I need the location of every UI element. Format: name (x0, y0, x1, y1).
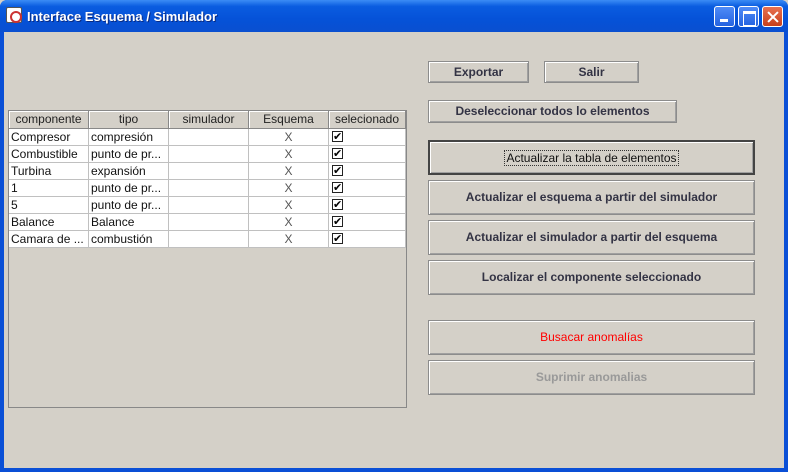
cell-componente[interactable]: Turbina (9, 163, 89, 179)
cell-selecionado (329, 180, 406, 196)
cell-simulador[interactable] (169, 180, 249, 196)
selected-checkbox[interactable] (332, 231, 343, 247)
cell-componente[interactable]: Camara de ... (9, 231, 89, 247)
table-row[interactable]: Balance Balance X (9, 214, 406, 231)
cell-selecionado (329, 163, 406, 179)
column-header-selecionado[interactable]: selecionado (329, 111, 406, 129)
cell-tipo[interactable]: compresión (89, 129, 169, 145)
window-title: Interface Esquema / Simulador (27, 9, 218, 24)
table-row[interactable]: 1 punto de pr... X (9, 180, 406, 197)
cell-simulador[interactable] (169, 146, 249, 162)
main-panel: Exportar Salir Deseleccionar todos lo el… (4, 32, 784, 468)
table-body: CompresorcompresiónXCombustiblepunto de … (9, 129, 406, 248)
update-scheme-label: Actualizar el esquema a partir del simul… (465, 190, 718, 204)
column-header-simulador[interactable]: simulador (169, 111, 249, 129)
cell-componente[interactable]: Balance (9, 214, 89, 230)
cell-tipo[interactable]: punto de pr... (89, 180, 169, 196)
cell-simulador[interactable] (169, 231, 249, 247)
elements-table[interactable]: componente tipo simulador Esquema seleci… (8, 110, 407, 408)
cell-esquema[interactable]: X (249, 197, 329, 213)
title-bar[interactable]: Interface Esquema / Simulador (0, 0, 788, 32)
cell-esquema[interactable]: X (249, 129, 329, 145)
find-anomalies-button[interactable]: Busacar anomalías (428, 320, 755, 355)
cell-selecionado (329, 146, 406, 162)
table-row[interactable]: Combustible punto de pr... X (9, 146, 406, 163)
cell-selecionado (329, 231, 406, 247)
cell-componente[interactable]: Combustible (9, 146, 89, 162)
cell-componente[interactable]: Compresor (9, 129, 89, 145)
java-app-icon (6, 7, 22, 23)
cell-simulador[interactable] (169, 129, 249, 145)
app-window: Interface Esquema / Simulador Exportar S… (0, 0, 788, 472)
cell-simulador[interactable] (169, 197, 249, 213)
table-header: componente tipo simulador Esquema seleci… (9, 111, 406, 129)
close-icon[interactable] (762, 6, 783, 27)
cell-selecionado (329, 197, 406, 213)
update-simulator-label: Actualizar el simulador a partir del esq… (465, 230, 718, 244)
maximize-icon[interactable] (738, 6, 759, 27)
selected-checkbox[interactable] (332, 197, 343, 213)
locate-component-button[interactable]: Localizar el componente seleccionado (428, 260, 755, 295)
update-scheme-button[interactable]: Actualizar el esquema a partir del simul… (428, 180, 755, 215)
selected-checkbox[interactable] (332, 129, 343, 145)
exit-button[interactable]: Salir (544, 61, 639, 83)
cell-esquema[interactable]: X (249, 180, 329, 196)
update-table-button[interactable]: Actualizar la tabla de elementos (428, 140, 755, 175)
table-row[interactable]: 5 punto de pr... X (9, 197, 406, 214)
column-header-esquema[interactable]: Esquema (249, 111, 329, 129)
cell-tipo[interactable]: Balance (89, 214, 169, 230)
deselect-all-button[interactable]: Deseleccionar todos lo elementos (428, 100, 677, 123)
cell-tipo[interactable]: expansión (89, 163, 169, 179)
update-simulator-button[interactable]: Actualizar el simulador a partir del esq… (428, 220, 755, 255)
table-row[interactable]: Compresor compresión X (9, 129, 406, 146)
cell-simulador[interactable] (169, 163, 249, 179)
deselect-all-label: Deseleccionar todos lo elementos (455, 104, 650, 118)
minimize-icon[interactable] (714, 6, 735, 27)
locate-component-label: Localizar el componente seleccionado (481, 270, 702, 284)
cell-componente[interactable]: 5 (9, 197, 89, 213)
column-header-componente[interactable]: componente (9, 111, 89, 129)
cell-tipo[interactable]: punto de pr... (89, 197, 169, 213)
selected-checkbox[interactable] (332, 180, 343, 196)
cell-selecionado (329, 129, 406, 145)
column-header-tipo[interactable]: tipo (89, 111, 169, 129)
cell-simulador[interactable] (169, 214, 249, 230)
export-button-label: Exportar (453, 65, 504, 79)
cell-selecionado (329, 214, 406, 230)
cell-esquema[interactable]: X (249, 146, 329, 162)
selected-checkbox[interactable] (332, 214, 343, 230)
cell-esquema[interactable]: X (249, 231, 329, 247)
remove-anomalies-label: Suprimir anomalias (535, 370, 648, 384)
selected-checkbox[interactable] (332, 163, 343, 179)
export-button[interactable]: Exportar (428, 61, 529, 83)
table-row[interactable]: Turbina expansión X (9, 163, 406, 180)
find-anomalies-label: Busacar anomalías (540, 330, 643, 344)
cell-tipo[interactable]: punto de pr... (89, 146, 169, 162)
cell-esquema[interactable]: X (249, 214, 329, 230)
selected-checkbox[interactable] (332, 146, 343, 162)
cell-tipo[interactable]: combustión (89, 231, 169, 247)
exit-button-label: Salir (578, 65, 605, 79)
update-table-label: Actualizar la tabla de elementos (504, 150, 679, 166)
table-row[interactable]: Camara de ... combustión X (9, 231, 406, 248)
remove-anomalies-button: Suprimir anomalias (428, 360, 755, 395)
cell-esquema[interactable]: X (249, 163, 329, 179)
cell-componente[interactable]: 1 (9, 180, 89, 196)
